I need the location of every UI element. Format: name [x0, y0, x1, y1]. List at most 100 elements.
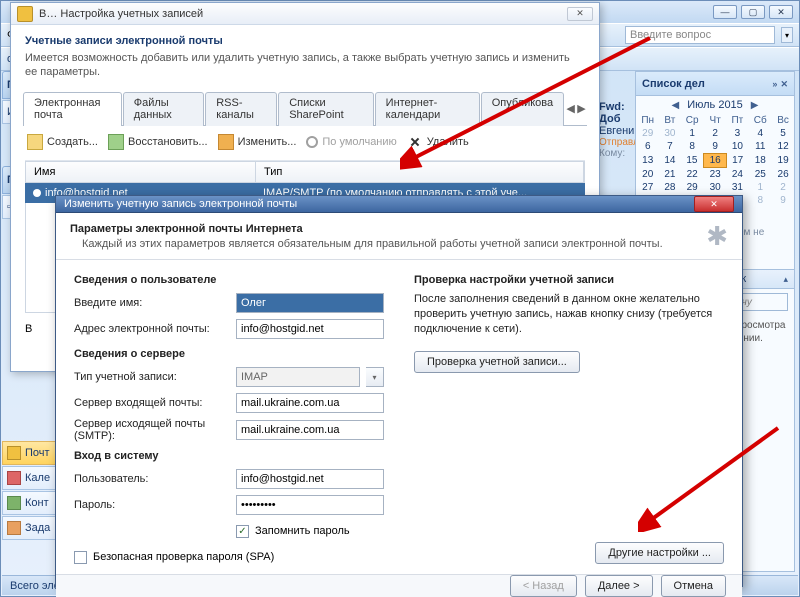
calendar-day[interactable]: 20	[636, 168, 659, 182]
calendar-day[interactable]: 7	[659, 140, 680, 154]
tab-0[interactable]: Электронная почта	[23, 92, 122, 126]
logon-info-section-header: Вход в систему	[74, 450, 384, 462]
nav-tasks-button[interactable]: Зада	[2, 516, 62, 540]
calendar-day[interactable]: 24	[726, 168, 748, 182]
calendar-day[interactable]: 2	[772, 181, 794, 194]
calendar-day[interactable]: 12	[772, 140, 794, 154]
remember-password-checkbox[interactable]: ✓ Запомнить пароль	[236, 525, 350, 538]
calendar-day[interactable]: 8	[680, 140, 704, 154]
incoming-server-label: Сервер входящей почты:	[74, 397, 230, 409]
account-settings-titlebar: В… Настройка учетных записей ✕	[11, 3, 599, 25]
user-info-section-header: Сведения о пользователе	[74, 274, 384, 286]
tab-scroll-left[interactable]: ◀	[565, 92, 576, 125]
calendar-day[interactable]: 22	[680, 168, 704, 182]
calendar-day[interactable]: 29	[680, 181, 704, 194]
calendar-month-label: Июль 2015	[687, 99, 743, 111]
change-account-titlebar: Изменить учетную запись электронной почт…	[56, 196, 742, 213]
calendar-day[interactable]: 9	[772, 194, 794, 207]
calendar-day[interactable]: 30	[704, 181, 727, 194]
calendar-day[interactable]: 8	[748, 194, 772, 207]
calendar-day[interactable]: 2	[704, 127, 727, 140]
calendar-day[interactable]: 18	[748, 154, 772, 168]
checkbox-checked-icon: ✓	[236, 525, 249, 538]
calendar-day[interactable]: 15	[680, 154, 704, 168]
account-list-toolbar: Создать... Восстановить... Изменить... П…	[25, 126, 585, 161]
todo-collapse-icon[interactable]: »	[772, 79, 777, 89]
tab-3[interactable]: Списки SharePoint	[278, 92, 373, 126]
calendar-day[interactable]: 31	[726, 181, 748, 194]
calendar-day[interactable]: 6	[636, 140, 659, 154]
nav-calendar-label: Кале	[25, 472, 50, 484]
new-account-button[interactable]: Создать...	[27, 134, 98, 150]
next-button[interactable]: Далее >	[585, 575, 653, 597]
change-account-dialog: Изменить учетную запись электронной почт…	[55, 195, 743, 587]
calendar-day[interactable]: 27	[636, 181, 659, 194]
cancel-button[interactable]: Отмена	[661, 575, 726, 597]
todo-bar-header: Список дел » ✕	[636, 72, 794, 96]
date-navigator[interactable]: ПнВтСрЧтПтСбВс 2930123456789101112131415…	[636, 114, 794, 207]
help-search-dropdown[interactable]: ▾	[781, 27, 793, 43]
calendar-day[interactable]: 5	[772, 127, 794, 140]
calendar-day[interactable]: 26	[772, 168, 794, 182]
tab-4[interactable]: Интернет-календари	[375, 92, 480, 126]
calendar-day[interactable]: 30	[659, 127, 680, 140]
calendar-day[interactable]: 1	[680, 127, 704, 140]
form-left-column: Сведения о пользователе Введите имя: Оле…	[74, 270, 384, 568]
calendar-day[interactable]: 29	[636, 127, 659, 140]
spa-label: Безопасная проверка пароля (SPA)	[93, 551, 274, 563]
calendar-day[interactable]: 13	[636, 154, 659, 168]
calendar-day[interactable]: 16	[704, 154, 727, 168]
calendar-day[interactable]: 11	[748, 140, 772, 154]
message-sent-label: Отправлен	[599, 137, 633, 148]
change-account-close-button[interactable]: ✕	[694, 196, 734, 212]
calendar-day[interactable]: 19	[772, 154, 794, 168]
password-input[interactable]: •••••••••	[236, 495, 384, 515]
calendar-day[interactable]: 4	[748, 127, 772, 140]
delete-account-button[interactable]: Удалить	[407, 134, 469, 150]
account-settings-close-button[interactable]: ✕	[567, 7, 593, 21]
calendar-day[interactable]: 1	[748, 181, 772, 194]
calendar-day[interactable]: 17	[726, 154, 748, 168]
close-button[interactable]: ✕	[769, 5, 793, 19]
username-input[interactable]: info@hostgid.net	[236, 469, 384, 489]
minimize-button[interactable]: —	[713, 5, 737, 19]
calendar-day[interactable]: 3	[726, 127, 748, 140]
more-settings-button[interactable]: Другие настройки ...	[595, 542, 724, 564]
help-search-box[interactable]: Введите вопрос	[625, 26, 775, 44]
calendar-day[interactable]: 10	[726, 140, 748, 154]
calendar-day[interactable]: 9	[704, 140, 727, 154]
test-account-button[interactable]: Проверка учетной записи...	[414, 351, 580, 373]
your-name-input[interactable]: Олег	[236, 293, 384, 313]
tab-1[interactable]: Файлы данных	[123, 92, 204, 126]
calendar-day[interactable]: 25	[748, 168, 772, 182]
calendar-day[interactable]: 28	[659, 181, 680, 194]
tab-5[interactable]: Опубликова	[481, 92, 564, 126]
maximize-button[interactable]: ▢	[741, 5, 765, 19]
email-address-input[interactable]: info@hostgid.net	[236, 319, 384, 339]
next-month-icon[interactable]: ▶	[751, 100, 759, 111]
incoming-server-input[interactable]: mail.ukraine.com.ua	[236, 393, 384, 413]
dialog-app-icon	[17, 6, 33, 22]
calendar-day[interactable]: 14	[659, 154, 680, 168]
set-default-button[interactable]: По умолчанию	[306, 136, 396, 148]
password-label: Пароль:	[74, 499, 230, 511]
nav-calendar-button[interactable]: Кале	[2, 466, 62, 490]
tab-2[interactable]: RSS-каналы	[205, 92, 277, 126]
nav-mail-button[interactable]: Почт	[2, 441, 62, 465]
todo-close-icon[interactable]: ✕	[780, 79, 788, 89]
tab-scroll-right[interactable]: ▶	[576, 92, 587, 125]
message-sender: Евгений	[599, 125, 633, 137]
calendar-day[interactable]: 23	[704, 168, 727, 182]
spa-checkbox[interactable]: Безопасная проверка пароля (SPA)	[74, 551, 274, 564]
change-account-description: Каждый из этих параметров является обяза…	[70, 235, 663, 251]
repair-account-button[interactable]: Восстановить...	[108, 134, 208, 150]
back-button[interactable]: < Назад	[510, 575, 577, 597]
change-account-button[interactable]: Изменить...	[218, 134, 297, 150]
column-name-header[interactable]: Имя	[26, 162, 256, 182]
outgoing-server-input[interactable]: mail.ukraine.com.ua	[236, 420, 384, 440]
contacts-icon	[7, 496, 21, 510]
column-type-header[interactable]: Тип	[256, 162, 584, 182]
nav-contacts-button[interactable]: Конт	[2, 491, 62, 515]
prev-month-icon[interactable]: ◀	[672, 100, 680, 111]
calendar-day[interactable]: 21	[659, 168, 680, 182]
